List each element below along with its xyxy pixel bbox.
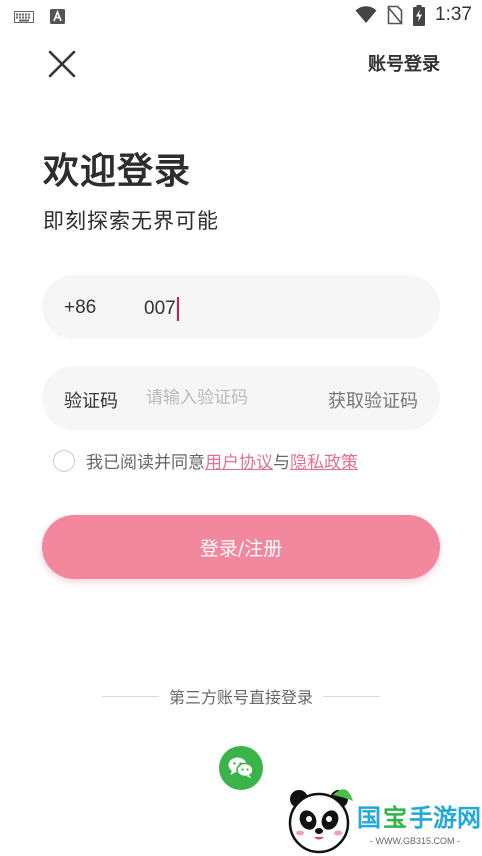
agreement-conjunction: 与 bbox=[273, 453, 290, 473]
watermark-logo: 国 宝 手游网 - WWW.GB315.COM - bbox=[267, 775, 482, 856]
svg-text:宝: 宝 bbox=[383, 804, 407, 832]
status-left bbox=[14, 9, 65, 24]
svg-text:手游网: 手游网 bbox=[409, 804, 481, 832]
login-register-button[interactable]: 登录/注册 bbox=[42, 515, 440, 579]
text-caret bbox=[176, 297, 179, 321]
get-code-button[interactable]: 获取验证码 bbox=[328, 387, 418, 413]
battery-charging-icon bbox=[413, 4, 426, 26]
status-bar: 1:37 bbox=[0, 0, 482, 34]
wechat-login-button[interactable] bbox=[219, 746, 263, 790]
panda-logo-icon: 国 宝 手游网 - WWW.GB315.COM - bbox=[288, 789, 481, 854]
divider-line-right bbox=[323, 695, 381, 697]
svg-text:- WWW.GB315.COM -: - WWW.GB315.COM - bbox=[370, 836, 460, 846]
phone-input[interactable]: 007 bbox=[144, 297, 179, 321]
user-agreement-link[interactable]: 用户协议 bbox=[205, 448, 273, 473]
page-subtitle: 即刻探索无界可能 bbox=[43, 209, 219, 233]
svg-text:国: 国 bbox=[357, 804, 381, 832]
verification-code-field: 验证码 获取验证码 bbox=[42, 366, 440, 430]
wifi-icon bbox=[355, 6, 377, 23]
third-party-label: 第三方账号直接登录 bbox=[169, 688, 314, 707]
phone-input-value: 007 bbox=[144, 298, 176, 319]
no-sim-icon bbox=[387, 5, 403, 25]
country-code-selector[interactable]: +86 bbox=[64, 297, 96, 319]
keyboard-icon bbox=[14, 10, 34, 23]
agreement-prefix: 我已阅读并同意 bbox=[86, 453, 205, 473]
phone-field[interactable]: +86 007 bbox=[42, 275, 440, 339]
account-login-link[interactable]: 账号登录 bbox=[368, 50, 440, 76]
privacy-policy-link[interactable]: 隐私政策 bbox=[290, 448, 358, 473]
status-right: 1:37 bbox=[355, 4, 472, 26]
divider-line-left bbox=[102, 695, 159, 697]
font-icon bbox=[50, 9, 65, 24]
close-icon bbox=[48, 50, 76, 78]
verification-code-input[interactable] bbox=[146, 383, 306, 413]
top-bar: 账号登录 bbox=[0, 40, 482, 86]
third-party-divider: 第三方账号直接登录 bbox=[102, 684, 381, 708]
agreement-row: 我已阅读并同意 用户协议 与 隐私政策 bbox=[53, 448, 358, 473]
verification-code-label: 验证码 bbox=[64, 391, 118, 412]
wechat-icon bbox=[228, 757, 254, 779]
page-title: 欢迎登录 bbox=[43, 151, 192, 192]
agreement-checkbox[interactable] bbox=[53, 449, 75, 472]
status-time: 1:37 bbox=[435, 4, 472, 25]
close-button[interactable] bbox=[42, 44, 82, 84]
